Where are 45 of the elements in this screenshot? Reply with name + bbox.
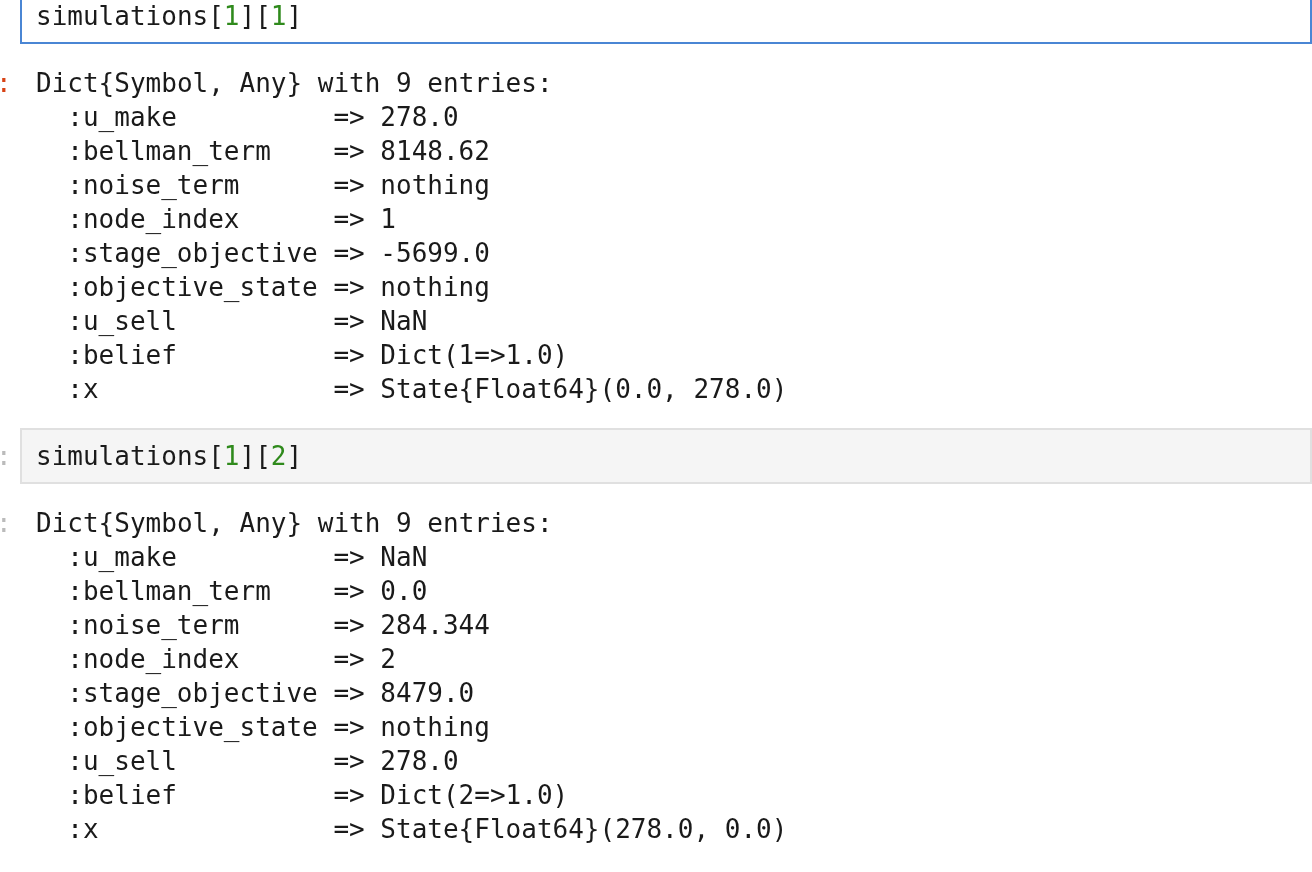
code-text: simulations[1][2] xyxy=(36,440,303,473)
dict-value: => NaN xyxy=(333,305,428,338)
dict-key: :objective_state xyxy=(67,710,318,744)
dict-value: => State{Float64}(0.0, 278.0) xyxy=(333,373,788,406)
dict-value: => Dict(1=>1.0) xyxy=(333,339,569,372)
dict-key: :bellman_term xyxy=(67,574,318,608)
dict-value: => nothing xyxy=(333,271,490,304)
dict-value: => 8479.0 xyxy=(333,677,475,710)
output-prompt: : xyxy=(0,68,12,98)
dict-key: :bellman_term xyxy=(67,134,318,168)
dict-key: :stage_objective xyxy=(67,676,318,710)
dict-value: => 2 xyxy=(333,643,396,676)
dict-value: => nothing xyxy=(333,711,490,744)
dict-value: => State{Float64}(278.0, 0.0) xyxy=(333,813,788,846)
dict-key: :objective_state xyxy=(67,270,318,304)
dict-key: :belief xyxy=(67,778,318,812)
dict-key: :u_make xyxy=(67,540,318,574)
dict-key: :node_index xyxy=(67,642,318,676)
output-header: Dict{Symbol, Any} with 9 entries: xyxy=(36,67,554,100)
input-prompt: : xyxy=(0,441,12,471)
dict-key: :stage_objective xyxy=(67,236,318,270)
dict-key: :node_index xyxy=(67,202,318,236)
dict-value: => nothing xyxy=(333,169,490,202)
dict-value: => 8148.62 xyxy=(333,135,490,168)
dict-key: :noise_term xyxy=(67,168,318,202)
dict-key: :belief xyxy=(67,338,318,372)
dict-value: => Dict(2=>1.0) xyxy=(333,779,569,812)
dict-value: => 278.0 xyxy=(333,101,459,134)
dict-value: => 284.344 xyxy=(333,609,490,642)
dict-value: => 278.0 xyxy=(333,745,459,778)
dict-key: :u_sell xyxy=(67,304,318,338)
dict-value: => 1 xyxy=(333,203,396,236)
code-input[interactable]: simulations[1][2] xyxy=(20,428,1312,484)
code-text: simulations[1][1] xyxy=(36,0,303,33)
dict-key: :u_make xyxy=(67,100,318,134)
dict-value: => 0.0 xyxy=(333,575,428,608)
dict-value: => -5699.0 xyxy=(333,237,490,270)
code-input[interactable]: simulations[1][1] xyxy=(20,0,1312,44)
dict-key: :x xyxy=(67,812,318,846)
dict-key: :noise_term xyxy=(67,608,318,642)
output-prompt: : xyxy=(0,508,12,538)
output-header: Dict{Symbol, Any} with 9 entries: xyxy=(36,507,554,540)
dict-key: :u_sell xyxy=(67,744,318,778)
dict-value: => NaN xyxy=(333,541,428,574)
dict-key: :x xyxy=(67,372,318,406)
